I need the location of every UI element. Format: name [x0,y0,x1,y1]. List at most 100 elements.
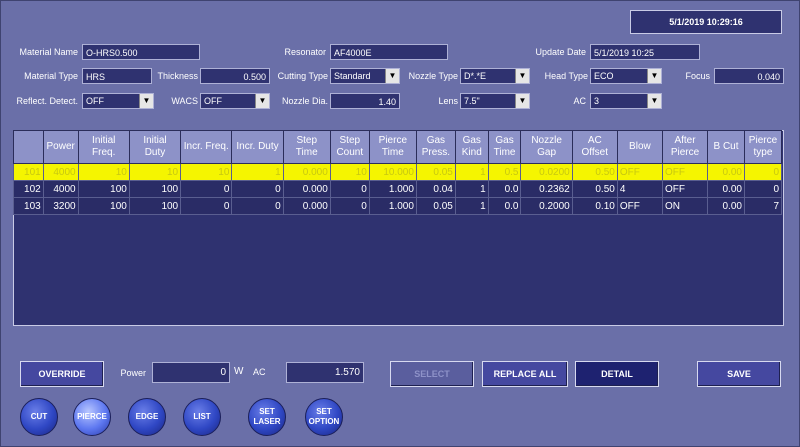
wacs-label: WACS [171,96,198,106]
table-cell[interactable]: 1 [454,163,489,181]
table-cell[interactable]: 0.2362 [520,180,573,198]
table-cell[interactable]: 1 [454,197,489,215]
chevron-down-icon[interactable]: ▼ [515,69,529,83]
table-cell[interactable]: 0.10 [571,197,618,215]
table-cell[interactable]: 10 [128,163,182,181]
table-cell[interactable]: 4000 [42,163,79,181]
table-cell[interactable]: 100 [77,197,130,215]
table-cell[interactable]: 0.000 [282,197,331,215]
cut-button[interactable]: CUT [20,398,58,436]
pierce-button[interactable]: PIERCE [73,398,111,436]
table-cell[interactable]: 1.000 [368,197,417,215]
save-button[interactable]: SAVE [697,361,781,387]
row-number[interactable]: 101 [13,163,44,181]
table-cell[interactable]: 0 [329,197,370,215]
table-cell[interactable]: 4000 [42,180,79,198]
ac-value-field[interactable]: 1.570 [286,362,364,383]
table-cell[interactable]: 0.00 [707,180,745,198]
update-date-field: 5/1/2019 10:25 [590,44,700,60]
table-cell[interactable]: 0.05 [415,197,456,215]
select-button[interactable]: SELECT [390,361,474,387]
ac-select[interactable]: 3 ▼ [590,93,662,109]
chevron-down-icon[interactable]: ▼ [647,94,661,108]
table-cell[interactable]: 4 [616,180,663,198]
table-cell[interactable]: 0 [329,180,370,198]
table-cell[interactable]: 10 [77,163,130,181]
table-cell[interactable]: 0.00 [707,197,745,215]
table-cell[interactable]: 1 [454,180,489,198]
table-cell[interactable]: 0.05 [415,163,456,181]
material-type-field[interactable]: HRS [82,68,152,84]
table-cell[interactable]: 0 [743,163,783,181]
material-name-field[interactable]: O-HRS0.500 [82,44,200,60]
head-type-select[interactable]: ECO ▼ [590,68,662,84]
chevron-down-icon[interactable]: ▼ [385,69,399,83]
table-cell[interactable]: 100 [128,197,182,215]
resonator-field[interactable]: AF4000E [330,44,448,60]
table-cell[interactable]: 7 [743,197,783,215]
table-cell[interactable]: 10 [329,163,370,181]
power-value-field[interactable]: 0 [152,362,230,383]
set-laser-button[interactable]: SET LASER [248,398,286,436]
table-cell[interactable]: 0 [231,197,284,215]
table-row[interactable]: 102 4000 100 100 0 0 0.000 0 1.000 0.04 1 0.0 0.2362… [13,180,783,198]
table-cell[interactable]: 1 [231,163,284,181]
table-cell[interactable]: 0.000 [282,180,331,198]
nozzle-type-value: D*.*E [464,71,487,81]
column-header: Initial Freq. [77,130,130,164]
table-cell[interactable]: 10 [180,163,233,181]
table-cell[interactable]: OFF [616,163,663,181]
table-cell[interactable]: 10.000 [368,163,417,181]
set-laser-label-1: SET [259,407,275,416]
cutting-type-label: Cutting Type [277,71,328,81]
table-cell[interactable]: 0.50 [571,163,618,181]
table-row[interactable]: 101 4000 10 10 10 1 0.000 10 10.000 0.05 1 0.5 0.020… [13,163,783,181]
table-cell[interactable]: 0.5 [487,163,522,181]
table-cell[interactable]: 0 [231,180,284,198]
table-cell[interactable]: 100 [77,180,130,198]
table-cell[interactable]: 100 [128,180,182,198]
ac-label: AC [573,96,586,106]
table-cell[interactable]: 0.00 [707,163,745,181]
table-cell[interactable]: OFF [661,180,709,198]
column-header: B Cut [707,130,745,164]
table-row[interactable]: 103 3200 100 100 0 0 0.000 0 1.000 0.05 1 0.0 0.2000… [13,197,783,215]
set-option-button[interactable]: SET OPTION [305,398,343,436]
row-number[interactable]: 103 [13,197,44,215]
reflect-detect-select[interactable]: OFF ▼ [82,93,154,109]
table-cell[interactable]: 0 [180,180,233,198]
chevron-down-icon[interactable]: ▼ [647,69,661,83]
column-header: Pierce type [743,130,783,164]
table-cell[interactable]: 0 [743,180,783,198]
table-cell[interactable]: 0.0 [487,180,522,198]
list-button[interactable]: LIST [183,398,221,436]
detail-button[interactable]: DETAIL [575,361,659,387]
edge-button[interactable]: EDGE [128,398,166,436]
chevron-down-icon[interactable]: ▼ [515,94,529,108]
table-cell[interactable]: OFF [616,197,663,215]
lens-select[interactable]: 7.5" ▼ [460,93,530,109]
thickness-field[interactable]: 0.500 [200,68,270,84]
table-cell[interactable]: 3200 [42,197,79,215]
replace-all-button[interactable]: REPLACE ALL [482,361,568,387]
row-number[interactable]: 102 [13,180,44,198]
table-cell[interactable]: 0.2000 [520,197,573,215]
table-cell[interactable]: OFF [661,163,709,181]
cutting-type-select[interactable]: Standard ▼ [330,68,400,84]
table-cell[interactable]: 0.0 [487,197,522,215]
table-cell[interactable]: ON [661,197,709,215]
wacs-select[interactable]: OFF ▼ [200,93,270,109]
chevron-down-icon[interactable]: ▼ [255,94,269,108]
table-cell[interactable]: 0.04 [415,180,456,198]
column-header: Blow [616,130,663,164]
table-cell[interactable]: 0.50 [571,180,618,198]
nozzle-dia-field[interactable]: 1.40 [330,93,400,109]
table-cell[interactable]: 1.000 [368,180,417,198]
override-button[interactable]: OVERRIDE [20,361,104,387]
focus-field[interactable]: 0.040 [714,68,784,84]
chevron-down-icon[interactable]: ▼ [139,94,153,108]
table-cell[interactable]: 0 [180,197,233,215]
nozzle-type-select[interactable]: D*.*E ▼ [460,68,530,84]
table-cell[interactable]: 0.000 [282,163,331,181]
table-cell[interactable]: 0.0200 [520,163,573,181]
